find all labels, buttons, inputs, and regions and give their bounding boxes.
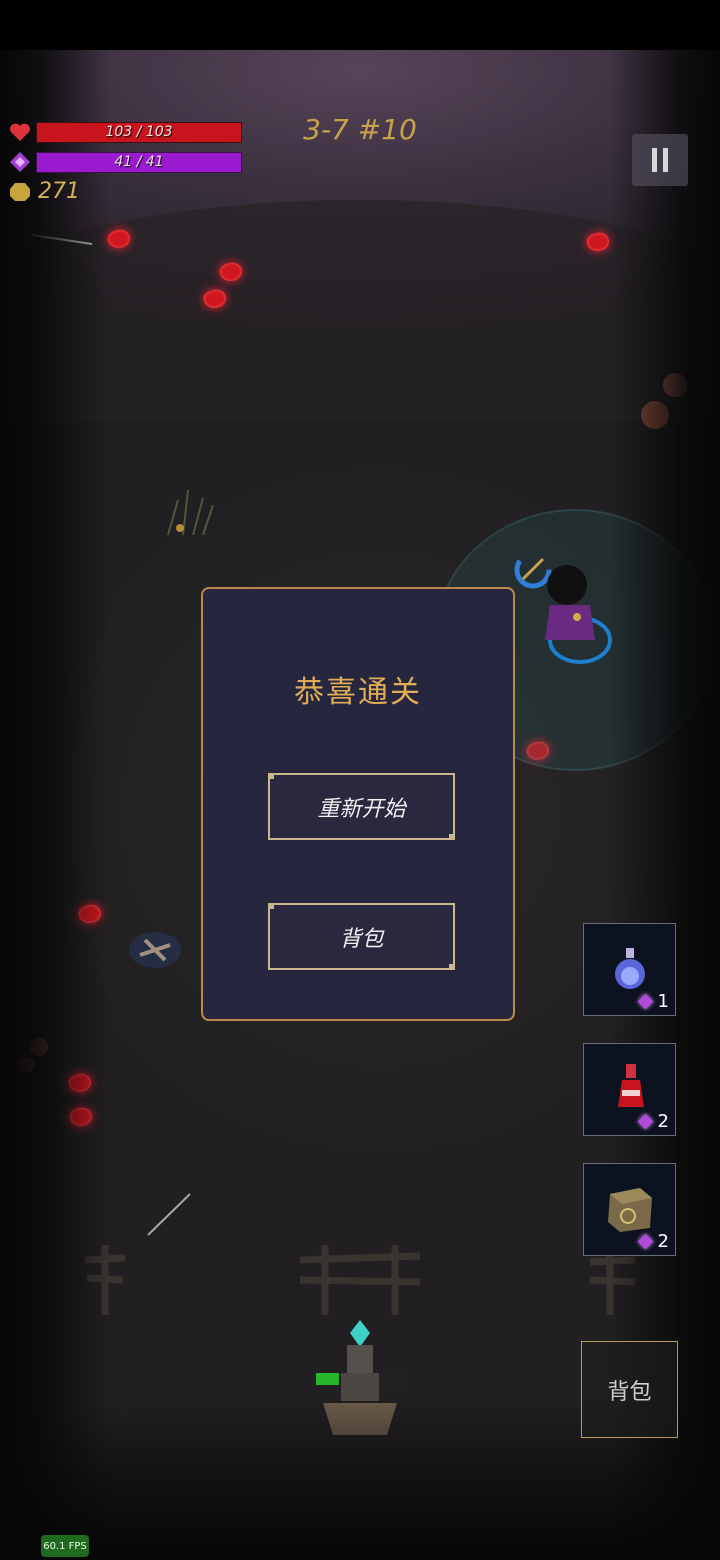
fallen-warrior — [129, 932, 181, 968]
stage-label: 3-7 #10 — [303, 113, 417, 146]
mana-cost-icon — [637, 993, 653, 1010]
dialog-bag-button[interactable]: 背包 — [268, 903, 455, 970]
mana-diamond-icon — [8, 150, 32, 174]
gold-row: 271 — [8, 179, 80, 204]
item-slot-rune-cube[interactable]: 2 — [583, 1163, 676, 1256]
pause-icon — [652, 148, 657, 172]
hp-row: 103 / 103 — [8, 120, 242, 144]
pause-button[interactable] — [632, 134, 688, 186]
restart-button[interactable]: 重新开始 — [268, 773, 455, 840]
item-slot-red-potion[interactable]: 2 — [583, 1043, 676, 1136]
item-count: 2 — [637, 1111, 669, 1132]
top-black-bar — [0, 0, 720, 50]
mana-row: 41 / 41 — [8, 150, 242, 174]
broken-fence — [299, 1245, 421, 1315]
hp-bar: 103 / 103 — [36, 121, 242, 143]
item-count: 2 — [637, 1231, 669, 1252]
mana-cost-icon — [637, 1233, 653, 1250]
pause-icon-bar — [663, 148, 668, 172]
gold-coin-icon — [8, 180, 32, 204]
red-potion-icon — [618, 1064, 644, 1107]
right-foliage-shadow — [610, 50, 720, 1560]
item-count-value: 1 — [657, 991, 669, 1012]
gold-count: 271 — [38, 179, 80, 204]
item-slot-blue-potion[interactable]: 1 — [583, 923, 676, 1016]
grass-tuft — [167, 489, 214, 536]
heart-icon — [8, 120, 32, 144]
item-count-value: 2 — [657, 1111, 669, 1132]
rune-cube-icon — [608, 1188, 652, 1232]
fallen-sword — [147, 1193, 191, 1236]
item-count-value: 2 — [657, 1231, 669, 1252]
mana-text: 41 / 41 — [114, 154, 164, 170]
blue-potion-icon — [615, 948, 645, 989]
item-count: 1 — [637, 991, 669, 1012]
mana-bar: 41 / 41 — [36, 151, 242, 173]
fps-counter: 60.1 FPS — [41, 1535, 89, 1557]
bag-button[interactable]: 背包 — [581, 1341, 678, 1438]
left-foliage-shadow — [0, 50, 110, 1560]
hp-text: 103 / 103 — [105, 124, 173, 140]
player-character — [514, 551, 612, 664]
stage-clear-dialog: 恭喜通关 重新开始 背包 — [201, 587, 515, 1021]
mana-cost-icon — [637, 1113, 653, 1130]
dialog-title: 恭喜通关 — [294, 675, 422, 710]
